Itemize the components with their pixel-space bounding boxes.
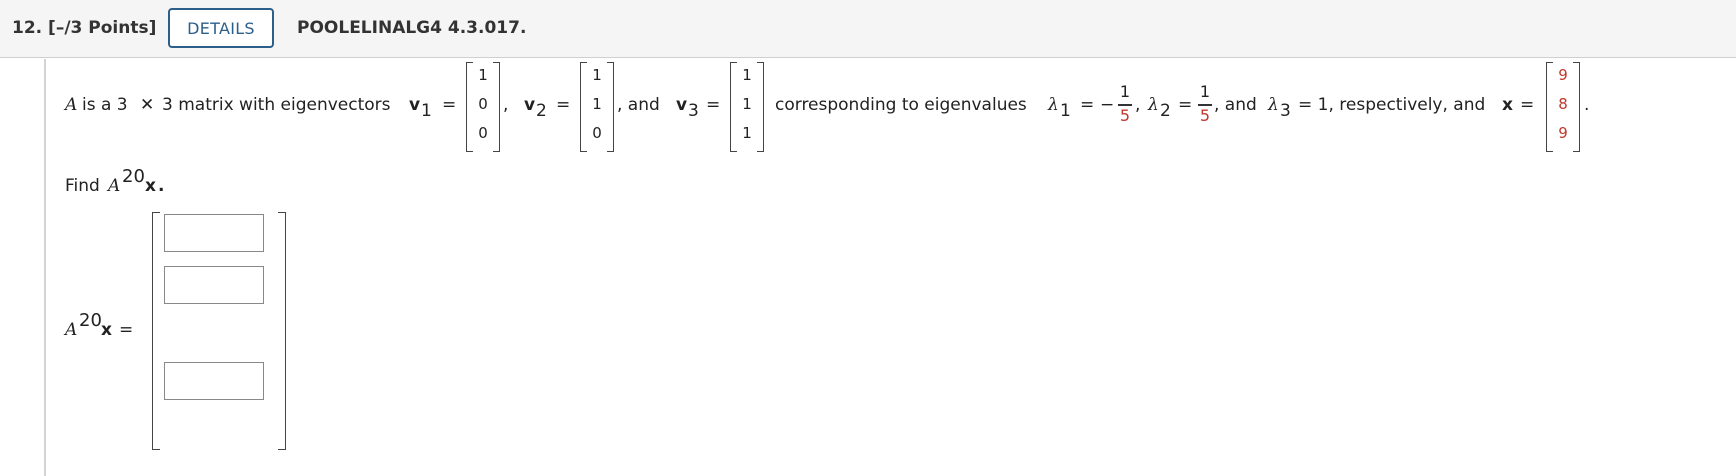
v1-entry-3: 0 — [478, 124, 488, 142]
x-entry-3: 9 — [1558, 124, 1568, 142]
x-entry-1: 9 — [1558, 66, 1568, 84]
v2-entry-3: 0 — [592, 124, 602, 142]
and-v3-text: , and — [617, 95, 660, 115]
v1-subscript: 1 — [421, 101, 432, 121]
respectively-text: = 1, respectively, and — [1298, 95, 1486, 115]
v3-entry-3: 1 — [742, 124, 752, 142]
v2-symbol: v — [524, 95, 536, 115]
answer-input-3[interactable] — [164, 362, 264, 400]
x-entry-2: 8 — [1558, 95, 1568, 113]
lambda2-equals: = — [1178, 95, 1193, 115]
answer-input-1[interactable] — [164, 214, 264, 252]
and-lambda3-text: , and — [1214, 95, 1257, 115]
lambda2-symbol: λ — [1148, 95, 1159, 115]
v2-entry-2: 1 — [592, 95, 602, 113]
lambda2-denominator: 5 — [1199, 106, 1211, 125]
lambda3-subscript: 3 — [1280, 101, 1291, 121]
points-label: [–/3 Points] — [48, 18, 157, 38]
lambda3-symbol: λ — [1268, 95, 1279, 115]
problem-text-2: 3 matrix with eigenvectors — [162, 95, 391, 115]
lambda1-numerator: 1 — [1119, 82, 1131, 101]
v3-equals: = — [706, 95, 721, 115]
question-number: 12. [–/3 Points] — [12, 18, 157, 38]
v3-entry-1: 1 — [742, 66, 752, 84]
lambda1-equals: = — [1080, 95, 1095, 115]
v2-entry-1: 1 — [592, 66, 602, 84]
find-period: . — [158, 176, 165, 196]
x-equals: = — [1520, 95, 1535, 115]
v1-entry-2: 0 — [478, 95, 488, 113]
lambda1-subscript: 1 — [1060, 101, 1071, 121]
comma-lambda: , — [1135, 95, 1141, 115]
v3-symbol: v — [676, 95, 688, 115]
vector-v3: 1 1 1 — [730, 62, 764, 152]
details-button[interactable]: DETAILS — [168, 8, 274, 48]
comma-1: , — [503, 95, 509, 115]
problem-text-1: is a 3 — [82, 95, 128, 115]
v3-entry-2: 1 — [742, 95, 752, 113]
find-exponent: 20 — [122, 166, 145, 187]
v2-subscript: 2 — [536, 101, 547, 121]
answer-x-symbol: x — [101, 320, 112, 340]
lambda1-symbol: λ — [1048, 95, 1059, 115]
problem-period: . — [1584, 95, 1590, 115]
lambda1-denominator: 5 — [1119, 106, 1131, 125]
minus-sign: − — [1100, 95, 1115, 115]
v1-symbol: v — [409, 95, 421, 115]
lambda2-numerator: 1 — [1199, 82, 1211, 101]
answer-A-symbol: A — [65, 320, 78, 340]
times-symbol: ✕ — [140, 95, 155, 115]
corresponding-text: corresponding to eigenvalues — [775, 95, 1027, 115]
vector-v1: 1 0 0 — [466, 62, 500, 152]
v1-entry-1: 1 — [478, 66, 488, 84]
question-source: POOLELINALG4 4.3.017. — [297, 18, 527, 38]
v3-subscript: 3 — [688, 101, 699, 121]
find-A-symbol: A — [108, 176, 121, 196]
vector-v2: 1 1 0 — [580, 62, 614, 152]
v2-equals: = — [556, 95, 571, 115]
answer-matrix — [152, 212, 286, 450]
question-left-border — [44, 59, 46, 476]
question-header: 12. [–/3 Points] DETAILS POOLELINALG4 4.… — [0, 0, 1736, 58]
v1-equals: = — [442, 95, 457, 115]
answer-equals: = — [119, 320, 134, 340]
answer-exponent: 20 — [79, 310, 102, 331]
find-x-symbol: x — [145, 176, 156, 196]
answer-input-2[interactable] — [164, 266, 264, 304]
find-label: Find — [65, 176, 100, 196]
matrix-A-symbol: A — [65, 95, 78, 115]
x-symbol: x — [1502, 95, 1513, 115]
lambda2-subscript: 2 — [1160, 101, 1171, 121]
vector-x: 9 8 9 — [1546, 62, 1580, 152]
